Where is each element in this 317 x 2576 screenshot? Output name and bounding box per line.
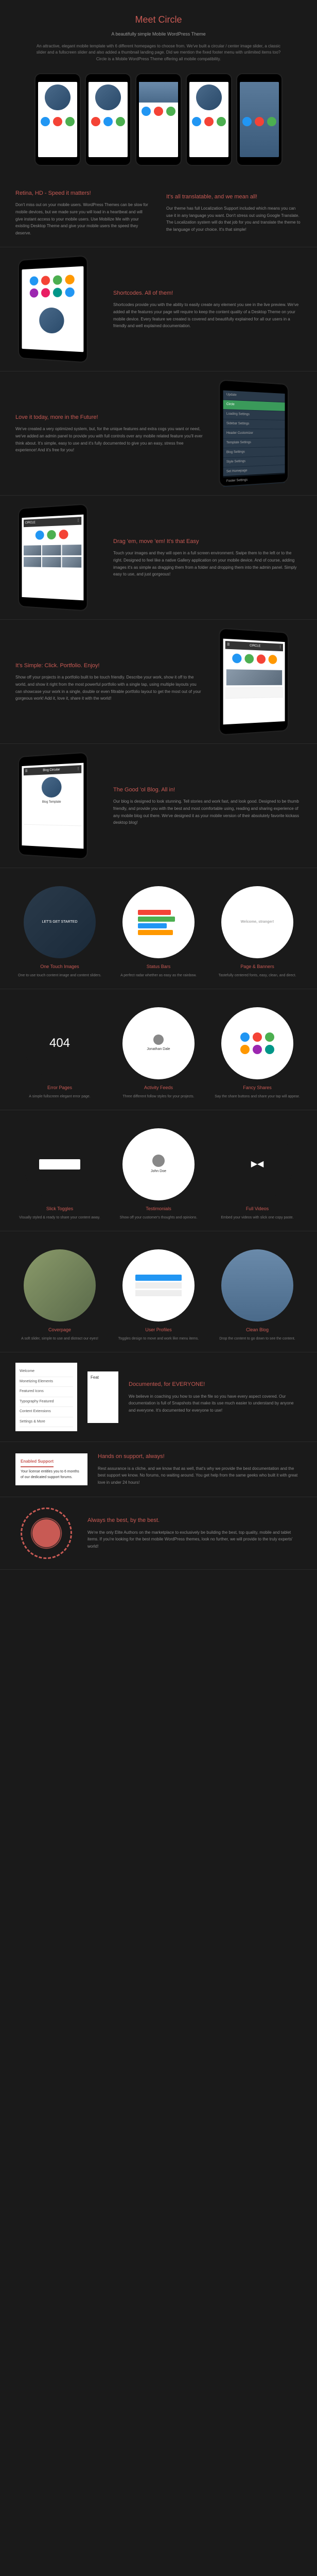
feature-text: Embed your videos with slick one copy pa… [213,1215,302,1221]
error-badge: 404 [24,1007,96,1079]
doc-menu-item: Content Extensions [20,1407,73,1417]
testimonial-name: John Doe [151,1169,166,1175]
feature-title: Fancy Shares [213,1084,302,1092]
section-text: Shortcodes provide you with the ability … [113,301,302,329]
section-heading: Retina, HD - Speed it matters! [15,189,151,198]
feature-title: User Profiles [114,1327,203,1334]
section-heading: Drag 'em, move 'em! It's that Easy [113,537,302,546]
support-card-text: Your license entitles you to 6 months of… [21,1469,82,1480]
feature-text: Drop the content to go down to see the c… [213,1336,302,1342]
feature-text: A soft slider, simple to use and distrac… [15,1336,104,1342]
sidebar-item: Sidebar Settings [223,419,285,429]
feature-text: Three different follow styles for your p… [114,1094,203,1100]
feature-text: Say the share buttons and share your tap… [213,1094,302,1100]
feature-title: Coverpage [15,1327,104,1334]
user-name: Jonathan Dale [147,1047,170,1053]
doc-menu-item: Welcome [20,1367,73,1377]
section-heading: It's Simple: Click. Portfolio. Enjoy! [15,662,204,670]
section-heading: The Good 'ol Blog. All in! [113,786,302,794]
menu-icon: ⋮ [77,519,80,524]
section-text: Show off your projects in a portfolio bu… [15,674,204,702]
banner-heading: Welcome, stranger! [241,920,274,925]
sidebar-item: Header Customizer [223,429,285,439]
feature-text: One to use touch content image and conte… [15,973,104,979]
section-heading: Love it today, more in the Future! [15,413,204,422]
section-text: Our blog is designed to look stunning. T… [113,798,302,826]
page-title: Meet Circle [15,13,302,27]
support-card: Enabled Support Your license entitles yo… [15,1453,87,1485]
elite-badge-icon [21,1507,72,1559]
phone-showcase [15,73,302,166]
section-heading: Always the best, by the best. [87,1516,302,1525]
doc-menu-item: Typography Featured [20,1397,73,1408]
section-heading: Shortcodes. All of them! [113,289,302,298]
section-text: Touch your images and they will open in … [113,550,302,578]
doc-menu: WelcomeMonetizing ElementsFeatured Icons… [15,1363,77,1431]
feature-title: Error Pages [15,1084,104,1092]
doc-preview: Feat [87,1371,118,1423]
section-heading: Hands on support, always! [98,1452,302,1461]
feature-title: Slick Toggles [15,1206,104,1213]
feature-text: Visually styled & ready to share your co… [15,1215,104,1221]
doc-menu-item: Settings & More [20,1417,73,1428]
feature-title: Activity Feeds [114,1084,203,1092]
section-heading: It's all translatable, and we mean all! [166,193,302,201]
play-icon: ▶◀ [221,1128,293,1200]
feature-title: Testimonials [114,1206,203,1213]
feature-text: A simple fullscreen elegant error page. [15,1094,104,1100]
feature-text: Show off your customer's thoughts and op… [114,1215,203,1221]
support-card-title: Enabled Support [21,1459,54,1467]
subtitle: A beautifully simple Mobile WordPress Th… [15,31,302,38]
feature-title: Page & Banners [213,963,302,971]
feature-title: Full Videos [213,1206,302,1213]
feature-title: One Touch Images [15,963,104,971]
demo-slider: LET'S GET STARTED [24,886,96,958]
section-text: We believe in coaching you how to use th… [129,1393,302,1414]
feature-title: Clean Blog [213,1327,302,1334]
doc-menu-item: Monetizing Elements [20,1377,73,1387]
section-text: Our theme has full Localization Support … [166,205,302,233]
section-text: We've created a very optimized system, b… [15,426,204,453]
section-text: We're the only Elite Authors on the mark… [87,1529,302,1550]
doc-menu-item: Featured Icons [20,1387,73,1397]
section-heading: Documented, for EVERYONE! [129,1380,302,1389]
feature-title: Status Bars [114,963,203,971]
blog-header: Blog Circular [43,768,60,774]
feature-text: Tastefully centered fonts, easy, clean, … [213,973,302,979]
hero-description: An attractive, elegant mobile template w… [35,43,282,63]
section-text: Don't miss out on your mobile users. Wor… [15,201,151,236]
feature-text: A perfect radar whether as easy as the r… [114,973,203,979]
section-text: Rest assurance is a cliche, and we know … [98,1465,302,1486]
feature-text: Toggles design to move and work like men… [114,1336,203,1342]
